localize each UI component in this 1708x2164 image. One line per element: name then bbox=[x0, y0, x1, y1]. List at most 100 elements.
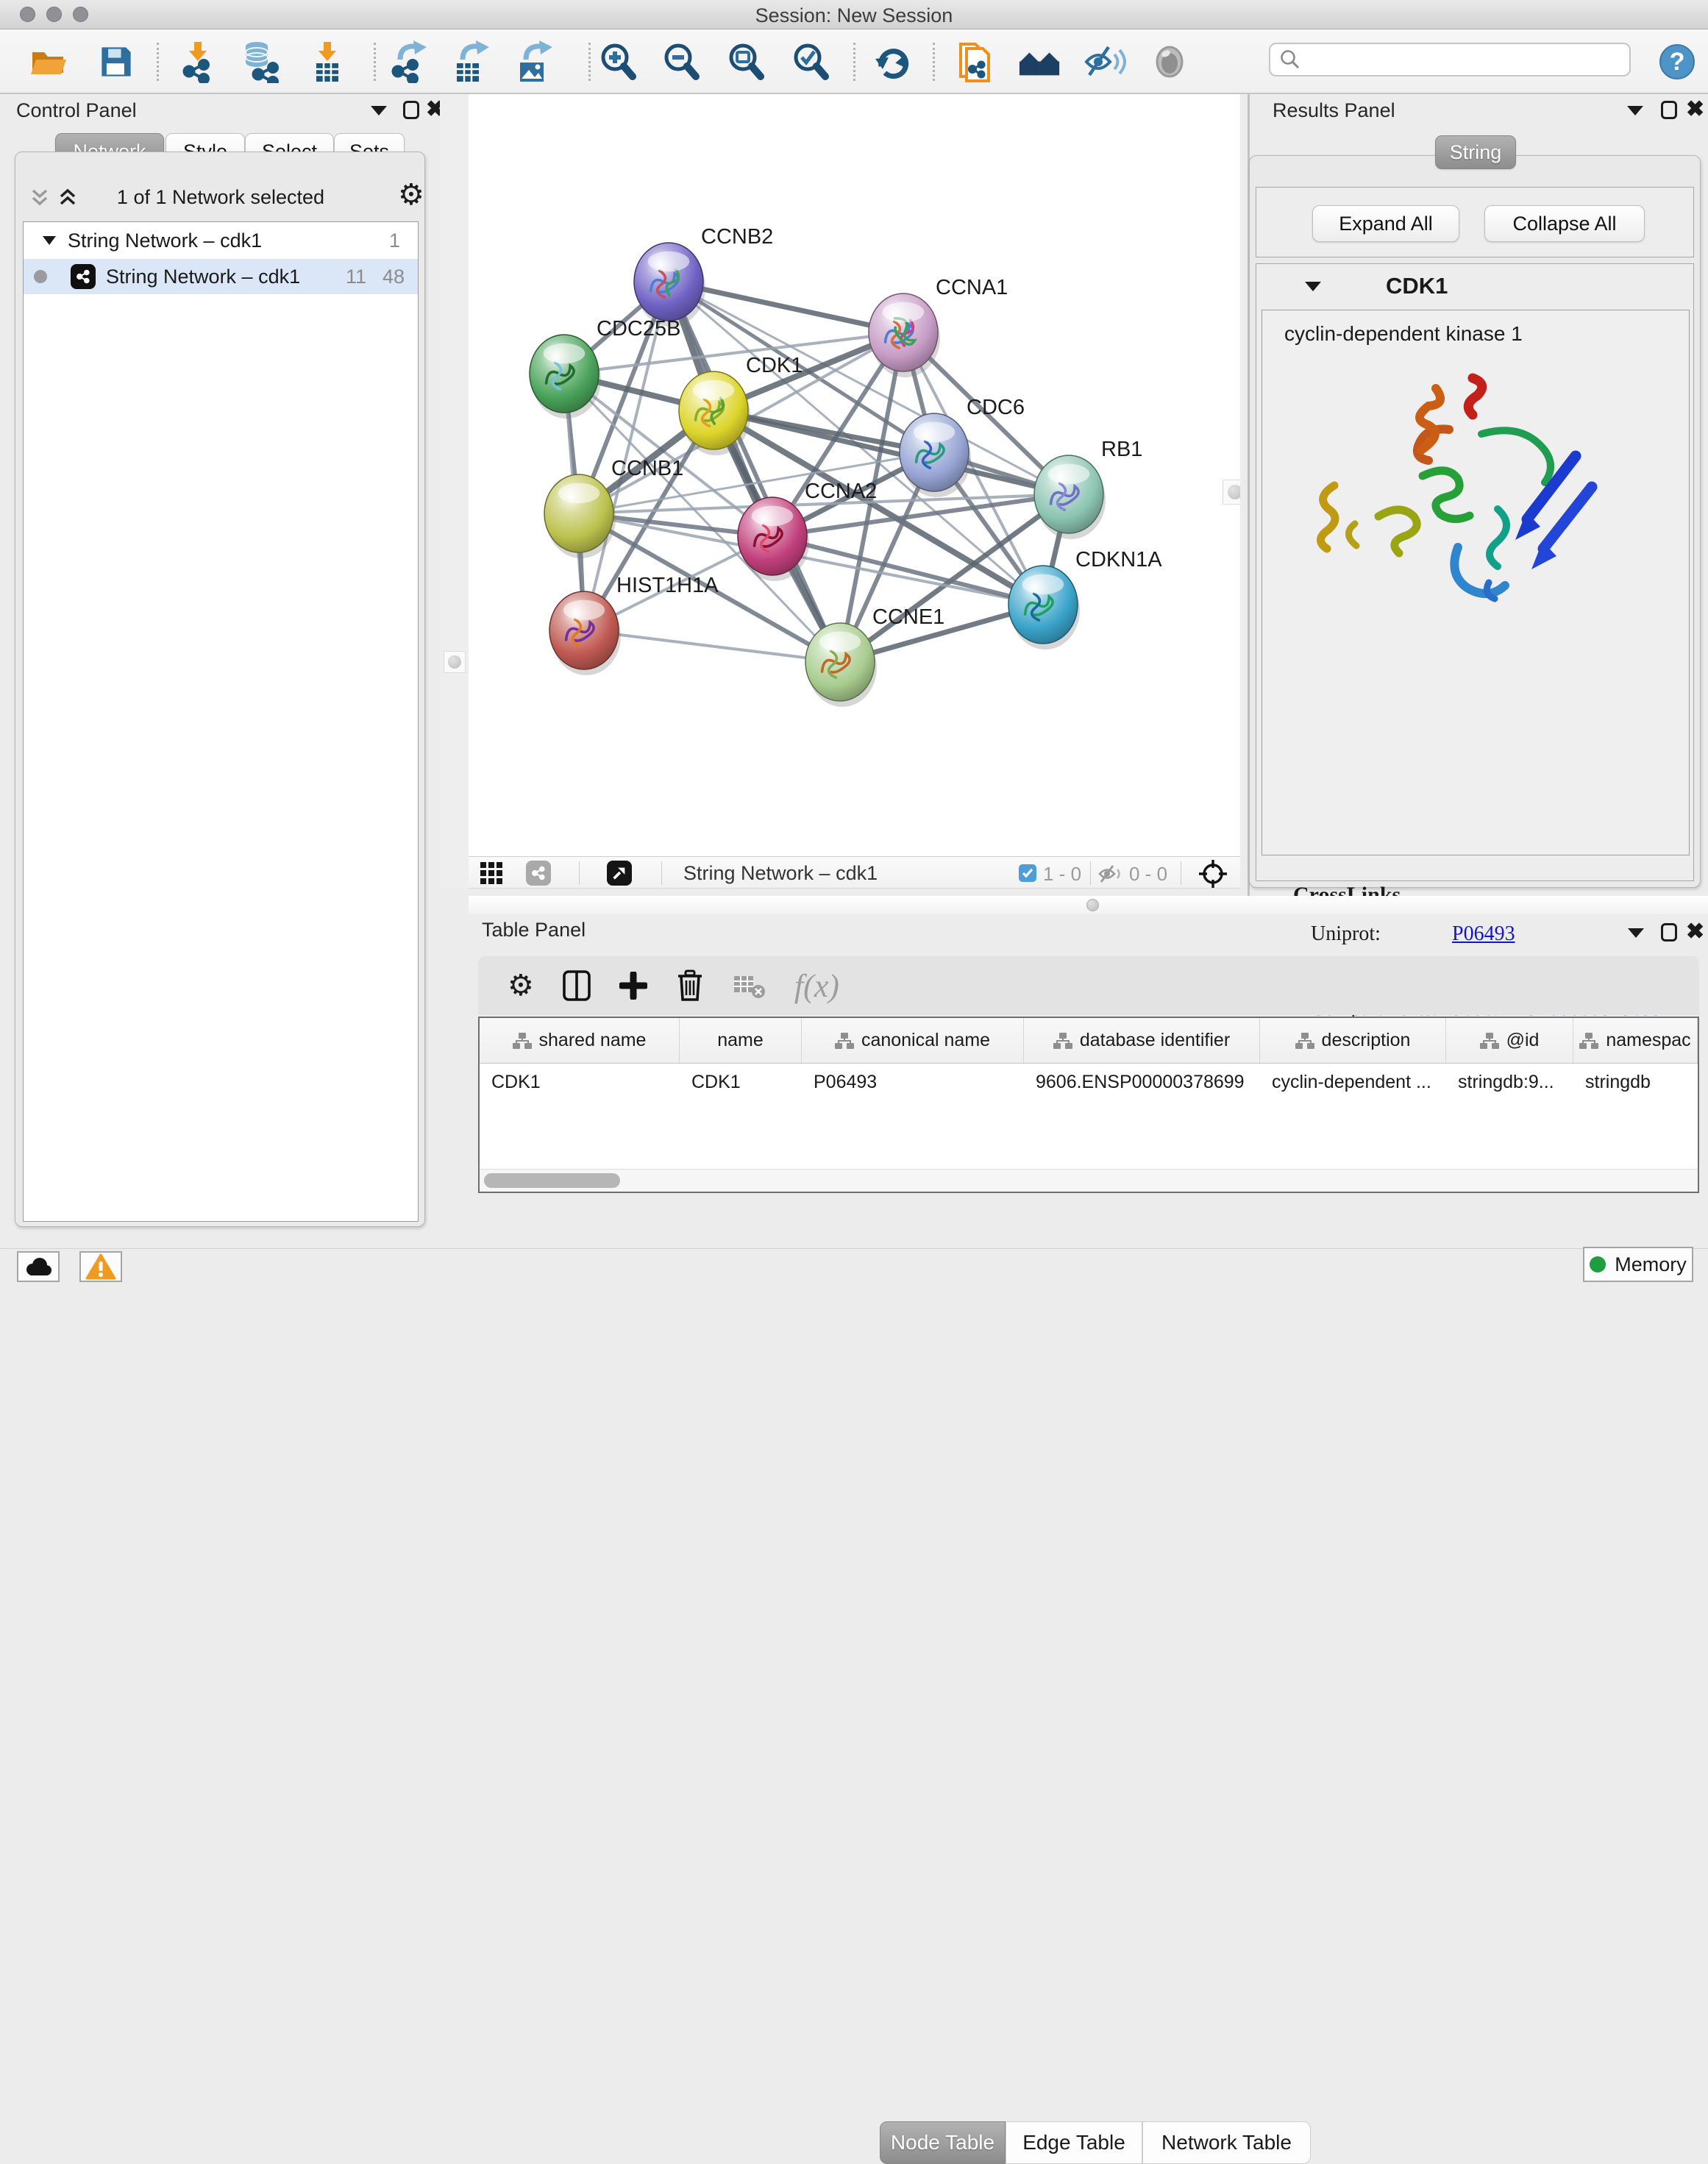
zoom-out-button[interactable] bbox=[659, 40, 703, 84]
network-row-selected[interactable]: String Network – cdk1 11 48 bbox=[24, 259, 418, 294]
column-header-database-identifier[interactable]: database identifier bbox=[1024, 1018, 1260, 1063]
selected-checkbox-icon[interactable] bbox=[1019, 864, 1036, 882]
column-header-name[interactable]: name bbox=[680, 1018, 802, 1063]
network-canvas[interactable]: CCNB2CCNA1CDC25BCDK1CDC6RB1CCNB1CCNA2CDK… bbox=[469, 94, 1240, 856]
cloud-status-button[interactable] bbox=[17, 1251, 60, 1282]
namespace-icon bbox=[835, 1033, 854, 1049]
grid-view-icon[interactable] bbox=[480, 862, 502, 884]
column-header--id[interactable]: @id bbox=[1446, 1018, 1573, 1063]
namespace-icon bbox=[1295, 1033, 1314, 1049]
warning-status-button[interactable] bbox=[79, 1251, 122, 1282]
table-cell[interactable]: CDK1 bbox=[680, 1064, 802, 1100]
import-network-file-button[interactable] bbox=[177, 40, 221, 84]
edge-HIST1H1A-CCNE1[interactable] bbox=[584, 630, 840, 662]
clone-network-button[interactable] bbox=[955, 40, 999, 84]
network-view-toolbar: String Network – cdk1 1 - 0 0 - 0 bbox=[469, 856, 1240, 889]
cdk1-result-header[interactable]: CDK1 bbox=[1256, 264, 1693, 308]
column-header-shared-name[interactable]: shared name bbox=[480, 1018, 680, 1063]
network-options-gear-icon[interactable]: ⚙ bbox=[398, 180, 424, 210]
table-row[interactable]: CDK1CDK1P064939606.ENSP00000378699cyclin… bbox=[480, 1064, 1698, 1100]
window-title: Session: New Session bbox=[0, 4, 1708, 27]
tab-network-table[interactable]: Network Table bbox=[1142, 2121, 1311, 2164]
collapse-panel-icon[interactable] bbox=[1628, 928, 1644, 938]
export-table-button[interactable] bbox=[449, 40, 494, 84]
warning-icon bbox=[85, 1253, 116, 1280]
string-view-icon[interactable] bbox=[526, 861, 551, 886]
expand-all-button[interactable]: Expand All bbox=[1312, 205, 1459, 242]
zoom-in-button[interactable] bbox=[596, 40, 640, 84]
network-collection-row[interactable]: String Network – cdk1 1 bbox=[24, 222, 418, 259]
table-options-gear-icon[interactable]: ⚙ bbox=[508, 971, 534, 1000]
collapse-panel-icon[interactable] bbox=[1627, 106, 1643, 115]
toolbar-separator bbox=[853, 43, 855, 81]
table-toolbar: ⚙ f(x) bbox=[478, 956, 1699, 1015]
node-CCNB1[interactable]: CCNB1 bbox=[544, 457, 683, 558]
network-bullet-icon bbox=[34, 270, 47, 283]
close-panel-icon[interactable]: ✖ bbox=[1686, 921, 1704, 943]
collapse-all-button[interactable]: Collapse All bbox=[1484, 205, 1645, 242]
network-label: String Network – cdk1 bbox=[106, 266, 300, 288]
refresh-button[interactable] bbox=[871, 40, 915, 84]
hide-glass-effect-button[interactable] bbox=[1083, 40, 1127, 84]
results-panel-title: Results Panel bbox=[1273, 99, 1395, 122]
import-table-button[interactable] bbox=[305, 40, 349, 84]
table-cell[interactable]: P06493 bbox=[802, 1064, 1024, 1100]
show-columns-icon[interactable] bbox=[562, 969, 591, 1002]
column-header-description[interactable]: description bbox=[1260, 1018, 1446, 1063]
table-cell[interactable]: 9606.ENSP00000378699 bbox=[1024, 1064, 1260, 1100]
open-session-button[interactable] bbox=[26, 40, 71, 84]
cloud-icon bbox=[24, 1256, 53, 1277]
table-cell[interactable]: stringdb:9... bbox=[1446, 1064, 1573, 1100]
hidden-count: 0 - 0 bbox=[1129, 863, 1167, 886]
memory-label: Memory bbox=[1615, 1253, 1687, 1276]
network-tab-panel: 1 of 1 Network selected ⚙ String Network… bbox=[15, 152, 425, 1227]
memory-button[interactable]: Memory bbox=[1583, 1247, 1693, 1282]
node-RB1[interactable]: RB1 bbox=[1034, 438, 1142, 539]
save-session-button[interactable] bbox=[94, 40, 138, 84]
collapse-entry-icon[interactable] bbox=[1305, 282, 1321, 291]
left-splitter-handle[interactable] bbox=[444, 651, 466, 673]
float-panel-icon[interactable] bbox=[1661, 923, 1677, 942]
column-header-namespac[interactable]: namespac bbox=[1573, 1018, 1698, 1063]
main-toolbar: ? bbox=[0, 29, 1708, 94]
toolbar-search[interactable] bbox=[1269, 43, 1631, 76]
delete-column-icon[interactable] bbox=[675, 969, 705, 1002]
collapse-panel-icon[interactable] bbox=[371, 106, 387, 115]
add-column-icon[interactable] bbox=[619, 972, 647, 1000]
node-label-CDC6: CDC6 bbox=[967, 396, 1025, 419]
network-edge-count: 48 bbox=[382, 266, 405, 288]
node-CDKN1A[interactable]: CDKN1A bbox=[1008, 548, 1162, 649]
node-CCNA1[interactable]: CCNA1 bbox=[869, 276, 1008, 377]
left-splitter[interactable] bbox=[440, 94, 469, 889]
table-cell[interactable]: cyclin-dependent ... bbox=[1260, 1064, 1446, 1100]
tab-node-table[interactable]: Node Table bbox=[880, 2121, 1006, 2164]
zoom-selected-button[interactable] bbox=[789, 40, 833, 84]
close-panel-icon[interactable]: ✖ bbox=[1686, 99, 1704, 121]
node-CCNE1[interactable]: CCNE1 bbox=[805, 605, 944, 707]
table-hscrollbar-thumb[interactable] bbox=[484, 1173, 620, 1188]
tab-edge-table[interactable]: Edge Table bbox=[1006, 2121, 1142, 2164]
help-button[interactable]: ? bbox=[1655, 40, 1699, 84]
detach-view-icon[interactable] bbox=[607, 861, 632, 886]
table-cell[interactable]: CDK1 bbox=[480, 1064, 680, 1100]
splitter-handle[interactable] bbox=[1086, 899, 1099, 911]
table-cell[interactable]: stringdb bbox=[1573, 1064, 1698, 1100]
toolbar-separator bbox=[588, 43, 591, 81]
float-panel-icon[interactable] bbox=[403, 101, 419, 119]
birdseye-toggle-icon[interactable] bbox=[1198, 859, 1228, 889]
horizontal-splitter[interactable] bbox=[469, 896, 1708, 914]
search-input[interactable] bbox=[1307, 49, 1616, 71]
tab-string-results[interactable]: String bbox=[1435, 135, 1516, 169]
node-label-CCNA2: CCNA2 bbox=[805, 480, 877, 503]
node-label-RB1: RB1 bbox=[1101, 438, 1142, 461]
export-image-button[interactable] bbox=[513, 40, 557, 84]
column-header-canonical-name[interactable]: canonical name bbox=[802, 1018, 1024, 1063]
table-hscrollbar[interactable] bbox=[480, 1169, 1698, 1192]
expand-collection-icon[interactable] bbox=[43, 236, 56, 245]
import-network-database-button[interactable] bbox=[240, 40, 284, 84]
string-home-button[interactable] bbox=[1018, 40, 1062, 84]
zoom-fit-button[interactable] bbox=[724, 40, 768, 84]
export-network-button[interactable] bbox=[387, 40, 431, 84]
node-HIST1H1A[interactable]: HIST1H1A bbox=[549, 574, 719, 675]
float-panel-icon[interactable] bbox=[1661, 101, 1677, 119]
